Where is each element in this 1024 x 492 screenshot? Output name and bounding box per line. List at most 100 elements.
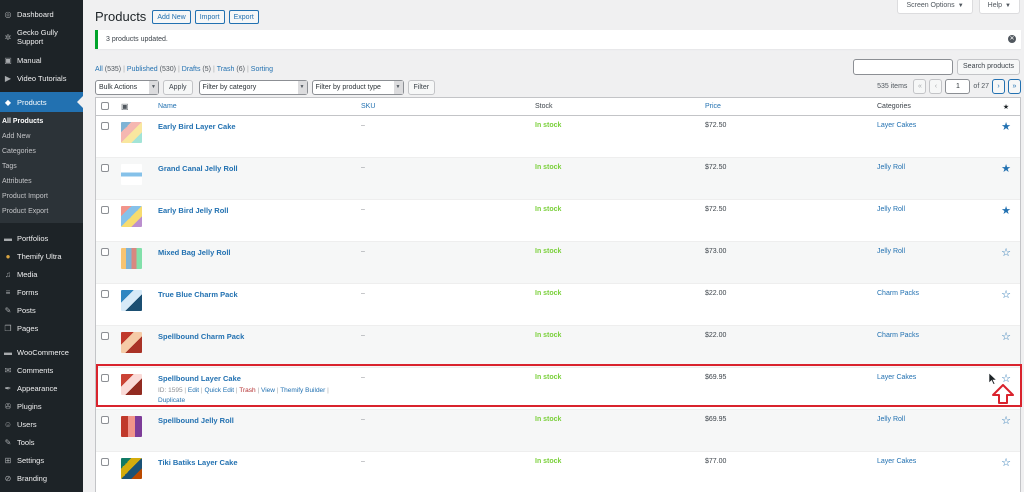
category-link[interactable]: Jelly Roll: [877, 248, 905, 255]
featured-star-icon[interactable]: ☆: [1001, 289, 1011, 301]
next-page-button[interactable]: ›: [992, 79, 1005, 94]
view-all-link[interactable]: All (535): [95, 66, 121, 73]
screen-options-toggle[interactable]: Screen Options ▼: [897, 0, 973, 14]
row-checkbox[interactable]: [101, 164, 109, 172]
view-published-link[interactable]: Published (530): [127, 66, 176, 73]
search-products-button[interactable]: Search products: [957, 59, 1020, 75]
product-thumbnail[interactable]: [121, 122, 142, 143]
category-filter-select[interactable]: Filter by category ▼: [198, 79, 308, 95]
menu-dashboard[interactable]: ◎ Dashboard: [0, 5, 83, 23]
submenu-add-new[interactable]: Add New: [0, 129, 83, 144]
menu-manual[interactable]: ▣ Manual: [0, 51, 83, 69]
menu-media[interactable]: ♫ Media: [0, 265, 83, 283]
menu-appearance[interactable]: ✒ Appearance: [0, 379, 83, 397]
view-drafts-link[interactable]: Drafts (5): [182, 66, 211, 73]
submenu-product-import[interactable]: Product Import: [0, 189, 83, 204]
product-thumbnail[interactable]: [121, 374, 142, 395]
row-checkbox[interactable]: [101, 248, 109, 256]
row-checkbox[interactable]: [101, 206, 109, 214]
product-name-link[interactable]: True Blue Charm Pack: [158, 290, 238, 299]
trash-link[interactable]: Trash: [239, 387, 255, 394]
themify-builder-link[interactable]: Themify Builder: [280, 387, 325, 394]
category-link[interactable]: Layer Cakes: [877, 458, 916, 465]
menu-woocommerce[interactable]: ▬ WooCommerce: [0, 343, 83, 361]
product-name-link[interactable]: Spellbound Charm Pack: [158, 332, 244, 341]
menu-video-tutorials[interactable]: ▶ Video Tutorials: [0, 69, 83, 87]
submenu-attributes[interactable]: Attributes: [0, 174, 83, 189]
featured-star-icon[interactable]: ☆: [1001, 415, 1011, 427]
row-checkbox[interactable]: [101, 122, 109, 130]
featured-star-icon[interactable]: ☆: [1001, 331, 1011, 343]
price-column-header[interactable]: Price: [705, 103, 877, 110]
quick-edit-link[interactable]: Quick Edit: [204, 387, 234, 394]
menu-pages[interactable]: ❐ Pages: [0, 319, 83, 337]
row-checkbox[interactable]: [101, 458, 109, 466]
menu-users[interactable]: ☺ Users: [0, 415, 83, 433]
add-new-button[interactable]: Add New: [152, 9, 191, 24]
product-thumbnail[interactable]: [121, 332, 142, 353]
bulk-actions-select[interactable]: Bulk Actions ▼: [95, 79, 159, 95]
category-link[interactable]: Layer Cakes: [877, 374, 916, 381]
product-thumbnail[interactable]: [121, 164, 142, 185]
category-link[interactable]: Jelly Roll: [877, 164, 905, 171]
menu-gecko-gully-support[interactable]: ✲ Gecko Gully Support: [0, 23, 83, 51]
featured-column-header[interactable]: ★: [992, 103, 1020, 111]
menu-portfolios[interactable]: ▬ Portfolios: [0, 229, 83, 247]
sku-column-header[interactable]: SKU: [361, 103, 535, 110]
product-name-link[interactable]: Mixed Bag Jelly Roll: [158, 248, 231, 257]
filter-button[interactable]: Filter: [407, 79, 436, 95]
export-button[interactable]: Export: [228, 9, 259, 24]
product-name-link[interactable]: Spellbound Jelly Roll: [158, 416, 234, 425]
category-link[interactable]: Charm Packs: [877, 332, 919, 339]
submenu-product-export[interactable]: Product Export: [0, 204, 83, 219]
featured-star-icon[interactable]: ★: [1001, 163, 1011, 175]
submenu-all-products[interactable]: All Products: [0, 114, 83, 129]
submenu-tags[interactable]: Tags: [0, 159, 83, 174]
product-thumbnail[interactable]: [121, 458, 142, 479]
category-link[interactable]: Charm Packs: [877, 290, 919, 297]
last-page-button[interactable]: »: [1008, 79, 1021, 94]
edit-link[interactable]: Edit: [188, 387, 199, 394]
menu-themify-ultra[interactable]: ● Themify Ultra: [0, 247, 83, 265]
menu-products[interactable]: ◆ Products: [0, 92, 83, 112]
select-all-checkbox[interactable]: [101, 101, 109, 110]
product-name-link[interactable]: Early Bird Jelly Roll: [158, 206, 228, 215]
import-button[interactable]: Import: [194, 9, 225, 24]
prev-page-button[interactable]: ‹: [929, 79, 943, 94]
menu-forms[interactable]: ≡ Forms: [0, 283, 83, 301]
category-link[interactable]: Jelly Roll: [877, 206, 905, 213]
category-link[interactable]: Jelly Roll: [877, 416, 905, 423]
row-checkbox[interactable]: [101, 374, 109, 382]
featured-star-icon[interactable]: ☆: [1001, 247, 1011, 259]
product-name-link[interactable]: Early Bird Layer Cake: [158, 122, 236, 131]
search-input[interactable]: [853, 59, 954, 75]
product-thumbnail[interactable]: [121, 248, 142, 269]
view-trash-link[interactable]: Trash (6): [217, 66, 245, 73]
featured-star-icon[interactable]: ★: [1001, 205, 1011, 217]
duplicate-link[interactable]: Duplicate: [158, 397, 185, 404]
menu-comments[interactable]: ✉ Comments: [0, 361, 83, 379]
featured-star-icon[interactable]: ☆: [1001, 457, 1011, 469]
menu-posts[interactable]: ✎ Posts: [0, 301, 83, 319]
view-link[interactable]: View: [261, 387, 275, 394]
submenu-categories[interactable]: Categories: [0, 144, 83, 159]
apply-button[interactable]: Apply: [163, 79, 193, 95]
menu-tools[interactable]: ✎ Tools: [0, 433, 83, 451]
menu-settings[interactable]: ⊞ Settings: [0, 451, 83, 469]
help-toggle[interactable]: Help ▼: [978, 0, 1020, 14]
menu-branding[interactable]: ⊘ Branding: [0, 469, 83, 487]
product-thumbnail[interactable]: [121, 206, 142, 227]
featured-star-icon[interactable]: ★: [1001, 121, 1011, 133]
menu-plugins[interactable]: ✇ Plugins: [0, 397, 83, 415]
first-page-button[interactable]: «: [913, 79, 927, 94]
product-name-link[interactable]: Grand Canal Jelly Roll: [158, 164, 238, 173]
product-name-link[interactable]: Spellbound Layer Cake: [158, 374, 241, 383]
row-checkbox[interactable]: [101, 416, 109, 424]
product-thumbnail[interactable]: [121, 290, 142, 311]
sorting-link[interactable]: Sorting: [251, 66, 273, 73]
product-name-link[interactable]: Tiki Batiks Layer Cake: [158, 458, 238, 467]
current-page-input[interactable]: 1: [945, 79, 971, 94]
product-thumbnail[interactable]: [121, 416, 142, 437]
name-column-header[interactable]: Name: [158, 103, 361, 110]
category-link[interactable]: Layer Cakes: [877, 122, 916, 129]
